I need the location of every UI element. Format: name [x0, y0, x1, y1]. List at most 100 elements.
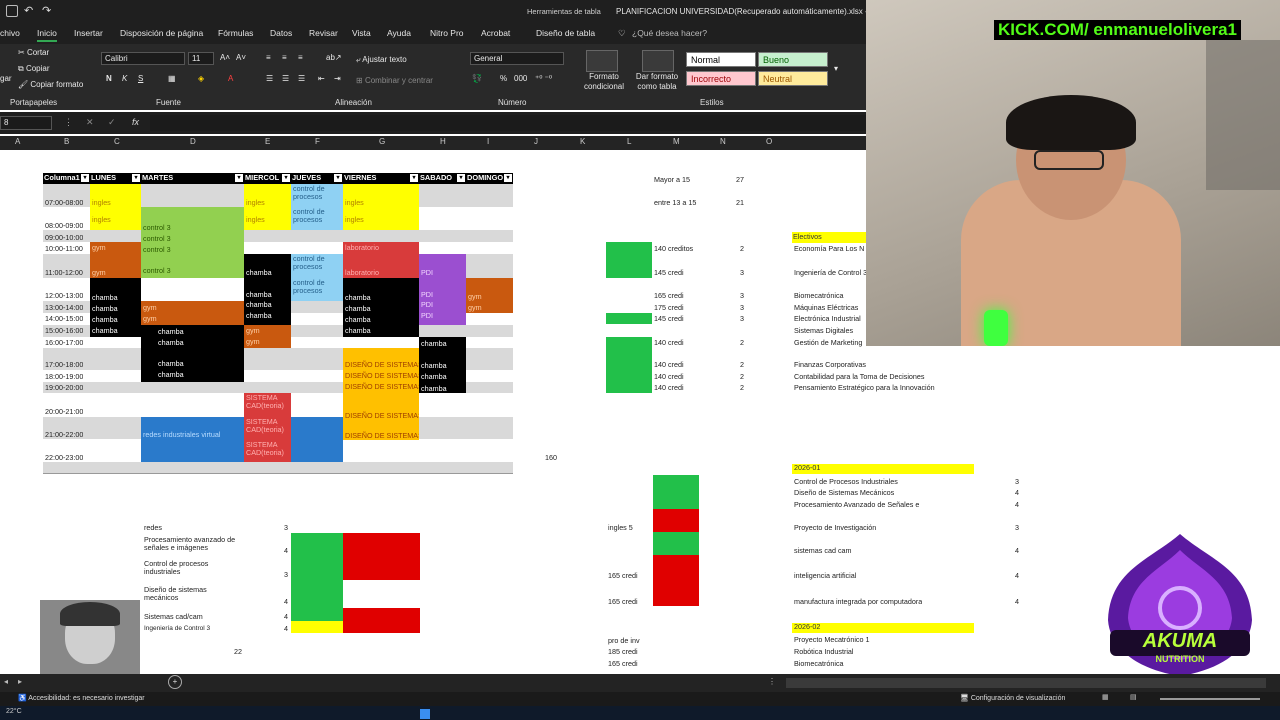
tab-disposicion[interactable]: Disposición de página: [120, 28, 203, 38]
filter-dropdown-icon[interactable]: ▾: [132, 174, 140, 182]
normal-view-icon[interactable]: ▦: [1102, 693, 1109, 701]
horizontal-scrollbar[interactable]: [786, 678, 1266, 688]
start-icon[interactable]: [420, 709, 430, 719]
scroll-left-icon[interactable]: ◂: [4, 677, 8, 686]
slot-sabado-chamba[interactable]: chamba chamba chamba chamba: [419, 337, 466, 393]
font-size-select[interactable]: 11: [188, 52, 214, 65]
style-bad[interactable]: Incorrecto: [686, 71, 756, 86]
col-header[interactable]: J: [534, 137, 538, 146]
cancel-icon[interactable]: ✕: [86, 117, 94, 128]
slot-miercoles-cad-2[interactable]: SISTEMA CAD(teoria): [244, 417, 291, 440]
save-icon[interactable]: [6, 5, 18, 17]
header-domingo[interactable]: DOMINGO ▾: [466, 173, 513, 184]
percent-button[interactable]: %: [500, 74, 507, 83]
header-columna1[interactable]: Columna1 ▾: [43, 173, 90, 184]
slot-jueves-control-1[interactable]: control de procesos: [291, 184, 343, 207]
outdent-icon[interactable]: ⇤: [318, 74, 325, 83]
slot-lunes-chamba[interactable]: chamba chamba chamba chamba: [90, 278, 141, 337]
slot-viernes-diseno-1[interactable]: DISEÑO DE SISTEMAS DISEÑO DE SISTEMAS DISE…: [343, 348, 419, 393]
borders-icon[interactable]: ▦: [168, 74, 176, 83]
scroll-right-icon[interactable]: ▸: [18, 677, 22, 686]
slot-lunes-ingles[interactable]: ingles ingles: [90, 184, 141, 230]
col-header[interactable]: G: [379, 137, 385, 146]
align-middle-icon[interactable]: ≡: [282, 53, 287, 62]
align-center-icon[interactable]: ☰: [282, 74, 289, 83]
shrink-font-icon[interactable]: A˅: [236, 53, 246, 62]
font-name-select[interactable]: Calibri: [101, 52, 185, 65]
enter-icon[interactable]: ✓: [108, 117, 116, 128]
header-sabado[interactable]: SABADO ▾: [419, 173, 466, 184]
tab-diseno-tabla[interactable]: Diseño de tabla: [536, 28, 595, 38]
align-bottom-icon[interactable]: ≡: [298, 53, 303, 62]
col-header[interactable]: A: [15, 137, 20, 146]
slot-miercoles-gym[interactable]: gym gym: [244, 325, 291, 348]
more-icon[interactable]: ⋮: [768, 677, 776, 686]
slot-miercoles-cad-3[interactable]: SISTEMA CAD(teoria): [244, 440, 291, 462]
font-color-icon[interactable]: A: [228, 74, 233, 83]
merge-center-button[interactable]: ⊞ Combinar y centrar: [356, 76, 433, 85]
bold-button[interactable]: N: [106, 74, 112, 83]
thousands-button[interactable]: 000: [514, 74, 527, 83]
col-header[interactable]: C: [114, 137, 120, 146]
slot-martes-control3[interactable]: control 3 control 3 control 3 control 3: [141, 207, 244, 278]
slot-martes-gym[interactable]: gym gym: [141, 301, 244, 325]
slot-viernes-laboratorio[interactable]: laboratorio laboratorio: [343, 242, 419, 278]
filter-dropdown-icon[interactable]: ▾: [334, 174, 342, 182]
slot-miercoles-cad-1[interactable]: SISTEMA CAD(teoria): [244, 393, 291, 417]
slot-domingo-gym[interactable]: gym gym: [466, 278, 513, 313]
number-format-select[interactable]: General: [470, 52, 564, 65]
tab-revisar[interactable]: Revisar: [309, 28, 338, 38]
col-header[interactable]: E: [265, 137, 270, 146]
options-icon[interactable]: ⋮: [64, 117, 73, 128]
align-right-icon[interactable]: ☰: [298, 74, 305, 83]
styles-more-icon[interactable]: ▾: [834, 64, 838, 73]
display-settings-button[interactable]: 🖥 Configuración de visualización: [960, 694, 1065, 702]
tab-nitro[interactable]: Nitro Pro: [430, 28, 464, 38]
align-left-icon[interactable]: ☰: [266, 74, 273, 83]
tab-formulas[interactable]: Fórmulas: [218, 28, 253, 38]
tab-ayuda[interactable]: Ayuda: [387, 28, 411, 38]
fill-color-icon[interactable]: ◈: [198, 74, 204, 83]
style-good[interactable]: Bueno: [758, 52, 828, 67]
conditional-format-button[interactable]: Formato condicional: [578, 72, 630, 91]
underline-button[interactable]: S: [138, 74, 143, 83]
col-header[interactable]: F: [315, 137, 320, 146]
tab-insertar[interactable]: Insertar: [74, 28, 103, 38]
col-header[interactable]: H: [440, 137, 446, 146]
zoom-slider[interactable]: [1160, 698, 1260, 700]
header-martes[interactable]: MARTES ▾: [141, 173, 244, 184]
italic-button[interactable]: K: [122, 74, 127, 83]
currency-icon[interactable]: 💱: [472, 74, 482, 83]
header-miercoles[interactable]: MIERCOL ▾: [244, 173, 291, 184]
col-header[interactable]: I: [487, 137, 489, 146]
filter-dropdown-icon[interactable]: ▾: [410, 174, 418, 182]
redo-icon[interactable]: ↷: [42, 4, 51, 17]
tab-vista[interactable]: Vista: [352, 28, 371, 38]
tab-archivo[interactable]: chivo: [0, 28, 20, 38]
col-header[interactable]: L: [627, 137, 631, 146]
header-lunes[interactable]: LUNES ▾: [90, 173, 141, 184]
slot-jueves-blue[interactable]: [291, 417, 343, 462]
slot-martes-chamba[interactable]: chamba chamba chamba chamba: [141, 325, 244, 382]
slot-miercoles-chamba[interactable]: chamba chamba chamba chamba: [244, 254, 291, 325]
search-tell-me[interactable]: ¿Qué desea hacer?: [632, 28, 707, 38]
formula-input[interactable]: [150, 115, 866, 131]
slot-jueves-control-4[interactable]: control de procesos: [291, 278, 343, 301]
slot-jueves-control-3[interactable]: control de procesos: [291, 254, 343, 278]
tab-acrobat[interactable]: Acrobat: [481, 28, 510, 38]
accessibility-status[interactable]: ♿ Accesibilidad: es necesario investigar: [18, 694, 145, 702]
col-header[interactable]: M: [673, 137, 680, 146]
name-box[interactable]: 8: [0, 116, 52, 130]
slot-jueves-control-2[interactable]: control de procesos: [291, 207, 343, 230]
style-neutral[interactable]: Neutral: [758, 71, 828, 86]
filter-dropdown-icon[interactable]: ▾: [504, 174, 512, 182]
paste-button[interactable]: gar: [0, 74, 12, 83]
col-header[interactable]: B: [64, 137, 69, 146]
align-top-icon[interactable]: ≡: [266, 53, 271, 62]
tab-datos[interactable]: Datos: [270, 28, 292, 38]
filter-dropdown-icon[interactable]: ▾: [457, 174, 465, 182]
format-painter-button[interactable]: 🖌 Copiar formato: [18, 80, 83, 89]
slot-martes-redes[interactable]: redes industriales virtual: [141, 417, 244, 462]
orientation-icon[interactable]: ab↗: [326, 53, 342, 62]
format-as-table-button[interactable]: Dar formato como tabla: [630, 72, 684, 91]
